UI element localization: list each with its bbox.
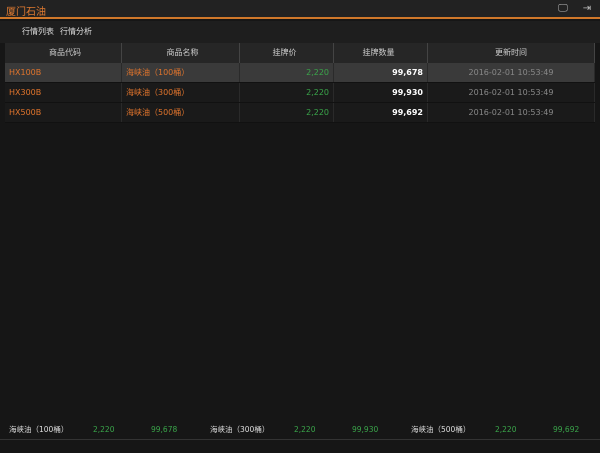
tab-analysis[interactable]: 行情分析 (60, 26, 92, 37)
header-code[interactable]: 商品代码 (5, 43, 122, 63)
ticker-qty: 99,930 (352, 425, 379, 434)
cell-code: HX300B (5, 83, 122, 102)
tab-quote-list[interactable]: 行情列表 (22, 26, 54, 37)
ticker-name: 海峡油（300桶） (210, 425, 270, 434)
ticker-qty: 99,678 (151, 425, 178, 434)
cell-name: 海峡油（100桶） (122, 63, 240, 82)
table-header: 商品代码 商品名称 挂牌价 挂牌数量 更新时间 (5, 43, 595, 63)
cell-code: HX500B (5, 103, 122, 122)
ticker-price: 2,220 (294, 425, 316, 434)
monitor-icon[interactable]: 🖵 (556, 3, 570, 15)
window-title: 厦门石油 (6, 7, 46, 18)
table-row[interactable]: HX300B 海峡油（300桶） 2,220 99,930 2016-02-01… (5, 83, 595, 103)
cell-qty: 99,692 (334, 103, 428, 122)
cell-time: 2016-02-01 10:53:49 (428, 83, 595, 102)
cell-time: 2016-02-01 10:53:49 (428, 103, 595, 122)
table-row[interactable]: HX100B 海峡油（100桶） 2,220 99,678 2016-02-01… (5, 63, 595, 83)
ticker-name: 海峡油（500桶） (411, 425, 471, 434)
cell-qty: 99,930 (334, 83, 428, 102)
cell-price: 2,220 (240, 103, 334, 122)
ticker-price: 2,220 (93, 425, 115, 434)
ticker-footer: 海峡油（100桶） 2,220 99,678 海峡油（300桶） 2,220 9… (0, 420, 600, 440)
header-qty[interactable]: 挂牌数量 (334, 43, 428, 63)
cell-price: 2,220 (240, 63, 334, 82)
ticker-price: 2,220 (495, 425, 517, 434)
cell-code: HX100B (5, 63, 122, 82)
table-row[interactable]: HX500B 海峡油（500桶） 2,220 99,692 2016-02-01… (5, 103, 595, 123)
title-bar: 厦门石油 🖵 ⇥ (0, 0, 600, 19)
header-time[interactable]: 更新时间 (428, 43, 595, 63)
logout-icon[interactable]: ⇥ (580, 3, 594, 15)
cell-name: 海峡油（300桶） (122, 83, 240, 102)
quote-table: 商品代码 商品名称 挂牌价 挂牌数量 更新时间 HX100B 海峡油（100桶）… (5, 43, 595, 123)
ticker-name: 海峡油（100桶） (9, 425, 69, 434)
header-name[interactable]: 商品名称 (122, 43, 240, 63)
header-price[interactable]: 挂牌价 (240, 43, 334, 63)
tab-bar: 行情列表 行情分析 (0, 21, 600, 43)
cell-name: 海峡油（500桶） (122, 103, 240, 122)
cell-time: 2016-02-01 10:53:49 (428, 63, 595, 82)
cell-price: 2,220 (240, 83, 334, 102)
cell-qty: 99,678 (334, 63, 428, 82)
ticker-qty: 99,692 (553, 425, 580, 434)
